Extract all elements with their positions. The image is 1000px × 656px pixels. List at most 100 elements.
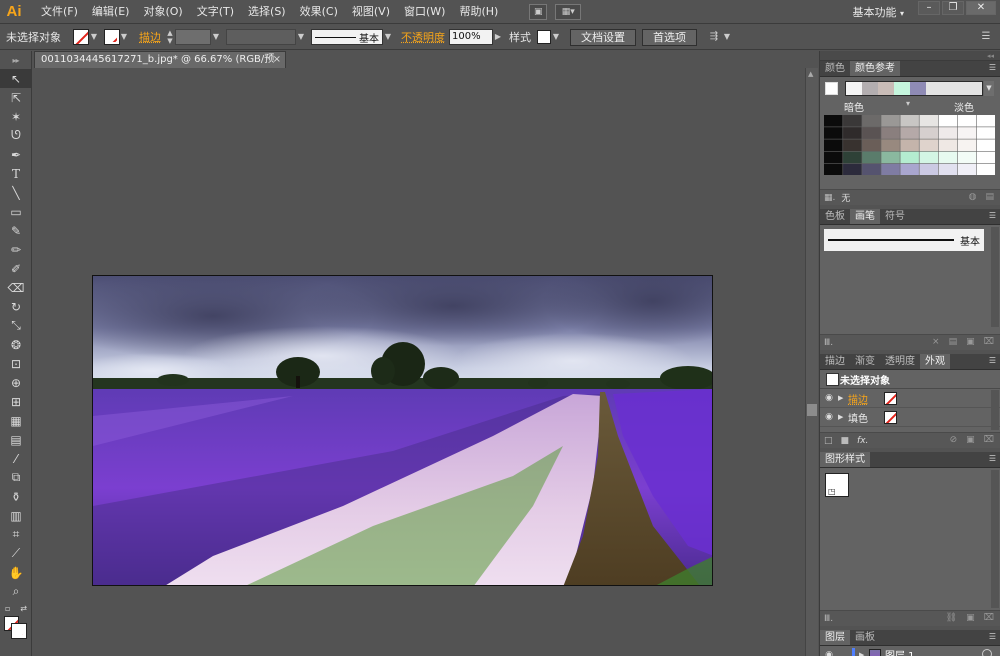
menu-select[interactable]: 选择(S) — [241, 0, 293, 24]
symbol-sprayer-tool-icon[interactable]: ⚱ — [0, 487, 32, 506]
limit-color-group-icon[interactable]: ▦. — [824, 193, 835, 203]
save-color-group-icon[interactable]: ▤ — [985, 192, 994, 202]
new-brush-icon[interactable]: ▣ — [966, 337, 975, 347]
tab-brushes[interactable]: 画笔 — [850, 209, 880, 224]
color-variation-swatch[interactable] — [976, 139, 995, 151]
document-tab[interactable]: 0011034445617271_b.jpg* @ 66.67% (RGB/预览… — [34, 51, 286, 81]
tab-stroke[interactable]: 描边 — [820, 354, 850, 369]
appearance-row-fill[interactable]: ◉ ▶ 填色 — [820, 408, 1000, 427]
color-variation-swatch[interactable] — [938, 127, 958, 139]
color-variation-swatch[interactable] — [824, 115, 843, 127]
color-variation-swatch[interactable] — [881, 139, 900, 151]
swap-fill-stroke-icon[interactable]: ▫ ⇄ — [0, 601, 32, 615]
brush-basic[interactable]: 基本 — [824, 229, 984, 251]
color-variation-swatch[interactable] — [919, 115, 939, 127]
graphic-styles-scrollbar[interactable] — [991, 470, 999, 608]
add-new-effect-icon[interactable]: fx. — [857, 436, 868, 446]
chevron-down-icon[interactable]: ▼ — [296, 29, 306, 45]
color-variation-swatch[interactable] — [862, 115, 881, 127]
fill-swatch[interactable] — [73, 29, 89, 45]
brush-definition-dropdown[interactable]: 基本 — [311, 29, 383, 45]
panel-menu-icon[interactable]: ☰ — [989, 211, 996, 220]
chevron-down-icon[interactable]: ▾ — [906, 99, 910, 108]
rotate-tool-icon[interactable]: ↻ — [0, 297, 32, 316]
scroll-up-icon[interactable]: ▲ — [808, 70, 813, 78]
chevron-down-icon[interactable]: ▼ — [89, 29, 99, 45]
break-link-icon[interactable]: ⛓ — [946, 613, 957, 623]
color-variation-swatch[interactable] — [900, 115, 919, 127]
graphic-style-libraries-icon[interactable]: Ⅲ. — [824, 614, 833, 624]
line-tool-icon[interactable]: ╲ — [0, 183, 32, 202]
menu-file[interactable]: 文件(F) — [34, 0, 85, 24]
color-variation-swatch[interactable] — [843, 151, 862, 164]
harmony-color-5[interactable] — [910, 81, 926, 95]
color-variation-swatch[interactable] — [976, 163, 995, 175]
color-variation-swatch[interactable] — [957, 163, 977, 175]
color-variation-swatch[interactable] — [862, 151, 881, 164]
color-variation-swatch[interactable] — [824, 151, 843, 164]
color-variation-swatch[interactable] — [919, 139, 939, 151]
restore-button[interactable]: ❐ — [942, 1, 964, 15]
free-transform-tool-icon[interactable]: ⊡ — [0, 354, 32, 373]
tab-color[interactable]: 颜色 — [820, 61, 850, 76]
chevron-down-icon[interactable]: ▶ — [493, 29, 503, 45]
slice-tool-icon[interactable]: ⟋ — [0, 544, 32, 563]
color-variation-swatch[interactable] — [976, 151, 995, 164]
appearance-stroke-label[interactable]: 描边 — [848, 391, 884, 406]
placed-image-lavender-field[interactable] — [92, 275, 713, 586]
panel-menu-icon[interactable]: ☰ — [989, 356, 996, 365]
stroke-swatch[interactable] — [104, 29, 120, 45]
menu-object[interactable]: 对象(O) — [136, 0, 189, 24]
toolbar-collapse-icon[interactable]: ▸▸ — [0, 51, 31, 69]
preferences-button[interactable]: 首选项 — [642, 28, 697, 46]
eyedropper-tool-icon[interactable]: ⁄ — [0, 449, 32, 468]
color-variation-swatch[interactable] — [919, 151, 939, 164]
color-variation-swatch[interactable] — [900, 127, 919, 139]
edit-colors-icon[interactable]: ◍ — [969, 192, 977, 202]
color-variation-swatch[interactable] — [957, 151, 977, 164]
panel-menu-icon[interactable]: ☰ — [989, 63, 996, 72]
color-variation-swatch[interactable] — [938, 139, 958, 151]
tab-layers[interactable]: 图层 — [820, 630, 850, 645]
magic-wand-tool-icon[interactable]: ✶ — [0, 107, 32, 126]
disclosure-triangle-icon[interactable]: ▶ — [859, 651, 869, 656]
color-variation-swatch[interactable] — [957, 127, 977, 139]
close-button[interactable]: ✕ — [966, 1, 996, 15]
eraser-tool-icon[interactable]: ⌫ — [0, 278, 32, 297]
tab-artboards[interactable]: 画板 — [850, 630, 880, 645]
color-variation-swatch[interactable] — [938, 163, 958, 175]
color-variation-swatch[interactable] — [976, 127, 995, 139]
color-variation-swatch[interactable] — [938, 115, 958, 127]
tab-graphic-styles[interactable]: 图形样式 — [820, 452, 870, 467]
stroke-panel-link[interactable]: 描边 — [135, 29, 165, 45]
delete-graphic-style-icon[interactable]: ⌧ — [984, 613, 994, 623]
brush-options-icon[interactable]: ▤ — [949, 337, 958, 347]
color-variation-swatch[interactable] — [957, 139, 977, 151]
opacity-input[interactable]: 100% — [449, 29, 493, 45]
color-variation-swatch[interactable] — [881, 151, 900, 164]
fill-none-swatch[interactable] — [884, 410, 897, 424]
brush-libraries-icon[interactable]: Ⅲ. — [824, 338, 833, 348]
appearance-row-stroke[interactable]: ◉ ▶ 描边 — [820, 389, 1000, 408]
color-variation-swatch[interactable] — [919, 127, 939, 139]
color-variation-swatch[interactable] — [938, 151, 958, 164]
canvas-area[interactable] — [33, 68, 805, 656]
color-variation-swatch[interactable] — [824, 127, 843, 139]
zoom-tool-icon[interactable]: ⌕ — [0, 582, 32, 601]
stroke-indicator[interactable] — [11, 623, 27, 639]
color-variation-swatch[interactable] — [862, 139, 881, 151]
appearance-scrollbar[interactable] — [991, 390, 999, 430]
clear-appearance-icon[interactable]: ⊘ — [950, 435, 958, 445]
color-variation-swatch[interactable] — [843, 163, 862, 175]
eye-icon[interactable]: ◉ — [820, 393, 838, 403]
tab-symbols[interactable]: 符号 — [880, 209, 910, 224]
layer-target-icon[interactable] — [982, 649, 992, 656]
isolate-icon[interactable]: ⇶ — [706, 29, 722, 45]
add-new-stroke-icon[interactable]: □ — [824, 436, 833, 446]
harmony-color-3[interactable] — [878, 81, 894, 95]
chevron-down-icon[interactable]: ▼ — [551, 29, 561, 45]
pen-tool-icon[interactable]: ✒ — [0, 145, 32, 164]
color-variation-swatch[interactable] — [957, 115, 977, 127]
scrollbar-thumb[interactable] — [807, 404, 817, 416]
color-variation-swatch[interactable] — [919, 163, 939, 175]
